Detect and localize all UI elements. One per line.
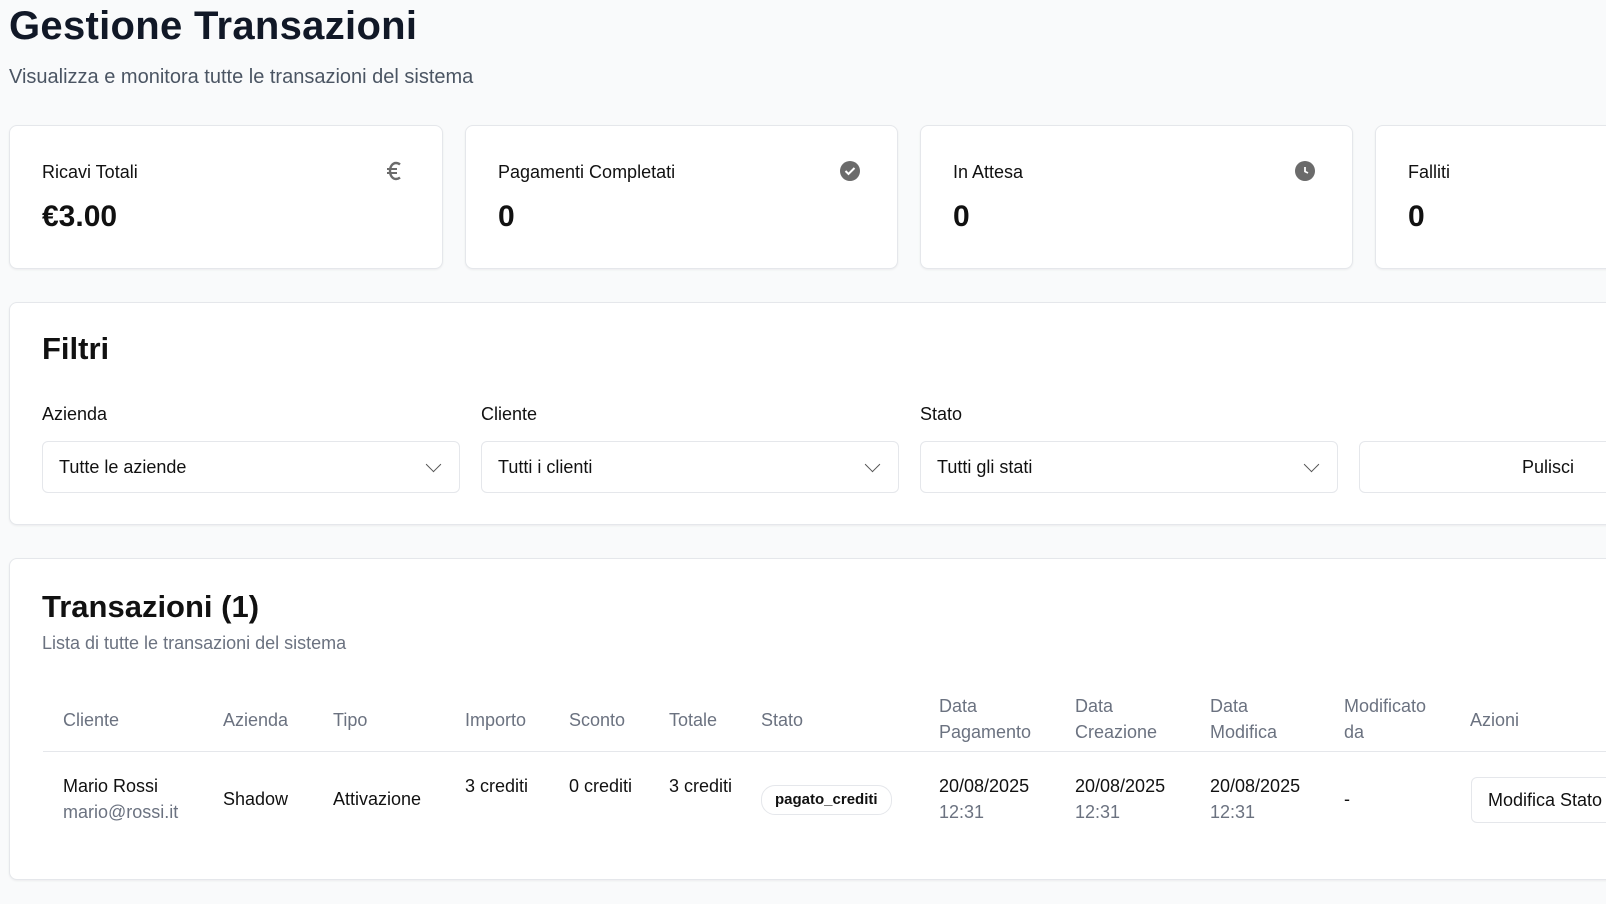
column-header-data-modifica: Data Modifica [1210,696,1278,742]
filters-title: Filtri [42,331,110,366]
column-header-importo: Importo [465,710,527,730]
stat-value: 0 [953,200,970,233]
cell-cliente: Mario Rossi mario@rossi.it [63,773,178,825]
stat-card-failed: Falliti 0 [1375,125,1606,269]
check-circle-icon [839,160,861,182]
cliente-email: mario@rossi.it [63,802,179,822]
stat-label: In Attesa [953,162,1024,182]
time: 12:31 [939,802,985,822]
stat-card-revenue: Ricavi Totali €3.00 [9,125,443,269]
transactions-card: Transazioni (1) Lista di tutte le transa… [9,558,1606,880]
transactions-title: Transazioni (1) [42,589,260,624]
cell-data-creazione: 20/08/2025 12:31 [1075,773,1165,825]
column-header-stato: Stato [761,710,804,730]
filter-label-stato: Stato [920,404,963,424]
stat-value: 0 [1408,200,1425,233]
column-header-sconto: Sconto [569,710,626,730]
time: 12:31 [1210,802,1256,822]
cell-totale: 3 crediti [669,776,733,796]
column-header-data-pagamento: Data Pagamento [939,696,1032,742]
column-header-azienda: Azienda [223,710,289,730]
cell-modificato-da: - [1344,789,1350,809]
euro-icon [384,160,406,182]
cell-azienda: Shadow [223,789,289,809]
stat-card-pending: In Attesa 0 [920,125,1353,269]
cell-data-modifica: 20/08/2025 12:31 [1210,773,1300,825]
clear-filters-button[interactable]: Pulisci [1359,441,1606,493]
date: 20/08/2025 [1075,776,1166,796]
column-header-tipo: Tipo [333,710,368,730]
column-header-data-creazione: Data Creazione [1075,696,1158,742]
column-header-modificato-da: Modificato da [1344,696,1427,742]
chevron-down-icon [864,456,881,472]
filter-label-cliente: Cliente [481,404,538,424]
page-subtitle: Visualizza e monitora tutte le transazio… [9,66,474,88]
filter-label-azienda: Azienda [42,404,108,424]
cliente-select-value: Tutti i clienti [498,456,593,477]
stato-select[interactable]: Tutti gli stati [920,441,1338,493]
azienda-select-value: Tutte le aziende [59,456,187,477]
stat-card-completed: Pagamenti Completati 0 [465,125,898,269]
cell-importo: 3 crediti [465,776,529,796]
cliente-select[interactable]: Tutti i clienti [481,441,899,493]
stat-value: 0 [498,200,515,233]
date: 20/08/2025 [939,776,1030,796]
azienda-select[interactable]: Tutte le aziende [42,441,460,493]
cell-sconto: 0 crediti [569,776,633,796]
chevron-down-icon [425,456,442,472]
cliente-name: Mario Rossi [63,776,159,796]
time: 12:31 [1075,802,1121,822]
modifica-stato-button[interactable]: Modifica Stato [1471,777,1606,823]
chevron-down-icon [1303,456,1320,472]
transactions-description: Lista di tutte le transazioni del sistem… [42,633,347,653]
filters-card: Filtri Azienda Tutte le aziende Cliente … [9,302,1606,525]
date: 20/08/2025 [1210,776,1301,796]
stat-label: Pagamenti Completati [498,162,676,182]
stato-select-value: Tutti gli stati [937,456,1033,477]
column-header-azioni: Azioni [1470,710,1520,730]
stat-value: €3.00 [42,200,118,233]
stat-label: Ricavi Totali [42,162,138,182]
page-title: Gestione Transazioni [9,4,418,48]
table-header-divider [43,751,1606,752]
status-badge: pagato_crediti [761,785,892,815]
stat-label: Falliti [1408,162,1451,182]
clock-icon [1294,160,1316,182]
column-header-cliente: Cliente [63,710,120,730]
cell-data-pagamento: 20/08/2025 12:31 [939,773,1029,825]
column-header-totale: Totale [669,710,718,730]
cell-tipo: Attivazione [333,789,422,809]
